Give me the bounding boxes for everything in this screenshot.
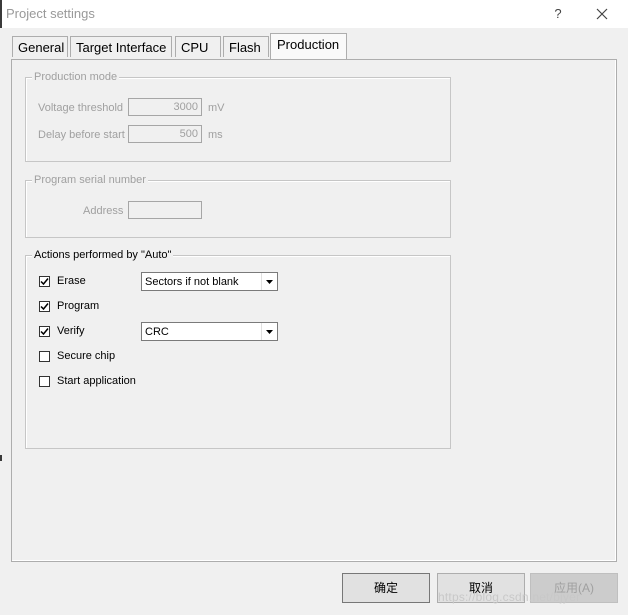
delay-before-start-label: Delay before start	[38, 129, 125, 141]
tab-cpu[interactable]: CPU	[175, 36, 221, 57]
program-label: Program	[57, 300, 100, 312]
help-button[interactable]: ?	[548, 4, 568, 24]
check-icon	[40, 278, 49, 286]
voltage-unit: mV	[208, 102, 225, 114]
erase-label: Erase	[57, 275, 86, 287]
check-icon	[40, 303, 49, 311]
watermark: https://blog.csdn.net/bjyer	[438, 590, 581, 604]
verify-checkbox[interactable]	[39, 326, 50, 337]
erase-checkbox[interactable]	[39, 276, 50, 287]
program-checkbox[interactable]	[39, 301, 50, 312]
tab-target-interface[interactable]: Target Interface	[70, 36, 172, 57]
ok-button[interactable]: 确定	[342, 573, 430, 603]
address-field[interactable]	[128, 201, 202, 219]
delay-before-start-field[interactable]: 500	[128, 125, 202, 143]
chevron-down-icon	[261, 273, 277, 290]
production-mode-group: Production mode	[25, 70, 451, 162]
title-bar: Project settings ?	[0, 0, 628, 29]
close-button[interactable]	[590, 4, 614, 24]
start-application-label: Start application	[57, 375, 136, 387]
tab-general[interactable]: General	[12, 36, 68, 57]
start-application-checkbox[interactable]	[39, 376, 50, 387]
delay-unit: ms	[208, 129, 223, 141]
voltage-threshold-field[interactable]: 3000	[128, 98, 202, 116]
window-edge	[0, 0, 2, 28]
window-edge	[0, 455, 2, 461]
tab-production[interactable]: Production	[270, 33, 347, 59]
verify-mode-value: CRC	[145, 326, 169, 338]
check-icon	[40, 328, 49, 336]
serial-number-legend: Program serial number	[32, 173, 148, 187]
erase-mode-select[interactable]: Sectors if not blank	[141, 272, 278, 291]
production-mode-legend: Production mode	[32, 70, 120, 84]
close-icon	[596, 8, 608, 20]
window-title: Project settings	[6, 6, 95, 21]
verify-mode-select[interactable]: CRC	[141, 322, 278, 341]
secure-chip-label: Secure chip	[57, 350, 116, 362]
verify-label: Verify	[57, 325, 85, 337]
address-label: Address	[83, 205, 124, 217]
auto-actions-legend: Actions performed by "Auto"	[32, 248, 174, 262]
erase-mode-value: Sectors if not blank	[145, 276, 239, 288]
voltage-threshold-label: Voltage threshold	[38, 102, 124, 114]
secure-chip-checkbox[interactable]	[39, 351, 50, 362]
tab-flash[interactable]: Flash	[223, 36, 269, 57]
chevron-down-icon	[261, 323, 277, 340]
